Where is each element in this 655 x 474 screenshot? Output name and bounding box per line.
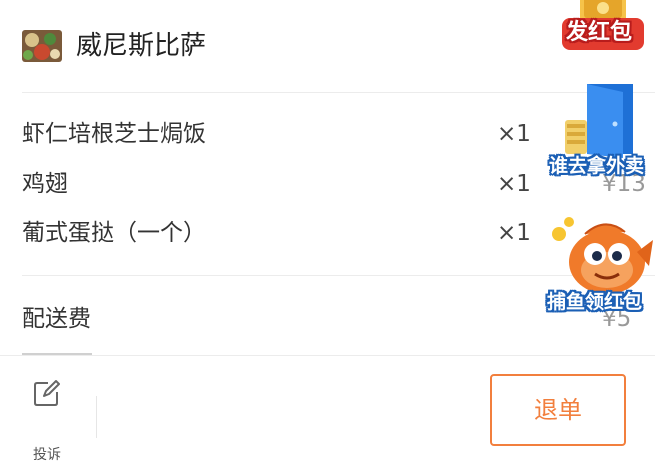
takeout-pickup-label: 谁去拿外卖 <box>549 155 645 177</box>
item-name: 鸡翅 <box>22 171 68 197</box>
order-item-row: 虾仁培根芝士焗饭 ×1 <box>22 114 622 154</box>
bottom-action-bar: 投诉 退单 <box>0 355 655 474</box>
item-quantity: ×1 <box>497 171 531 197</box>
item-quantity: ×1 <box>497 220 531 246</box>
food-thumbnail-icon <box>22 30 62 62</box>
refund-button[interactable]: 退单 <box>490 374 626 446</box>
shop-header[interactable]: 威尼斯比萨 <box>0 0 655 92</box>
order-detail-page: 威尼斯比萨 虾仁培根芝士焗饭 ×1 鸡翅 ×1 ¥13 葡式蛋挞（一个） ×1 … <box>0 0 655 474</box>
fish-icon <box>552 217 653 294</box>
delivery-fee-label: 配送费 <box>22 306 91 332</box>
fishing-red-packet-label: 捕鱼领红包 <box>547 291 643 313</box>
takeout-pickup-promo[interactable]: 谁去拿外卖 ¥13 <box>545 80 655 180</box>
order-item-row: 鸡翅 ×1 ¥13 <box>22 164 646 204</box>
item-quantity: ×1 <box>497 121 531 147</box>
shop-name: 威尼斯比萨 <box>76 31 207 61</box>
door-icon <box>565 84 633 158</box>
complain-button[interactable]: 投诉 <box>22 378 72 463</box>
order-item-row: 葡式蛋挞（一个） ×1 <box>22 213 622 253</box>
send-red-packet-label: 发红包 <box>566 20 633 45</box>
edit-icon <box>34 380 60 406</box>
fishing-red-packet-promo[interactable]: 捕鱼领红包 <box>545 210 655 320</box>
bottom-bar-separator <box>96 396 97 438</box>
item-name: 葡式蛋挞（一个） <box>22 220 206 246</box>
delivery-fee-row: 配送费 ¥5 <box>22 298 631 340</box>
complain-label: 投诉 <box>33 447 61 463</box>
send-red-packet-promo[interactable]: 发红包 <box>558 0 648 52</box>
item-name: 虾仁培根芝士焗饭 <box>22 121 206 147</box>
